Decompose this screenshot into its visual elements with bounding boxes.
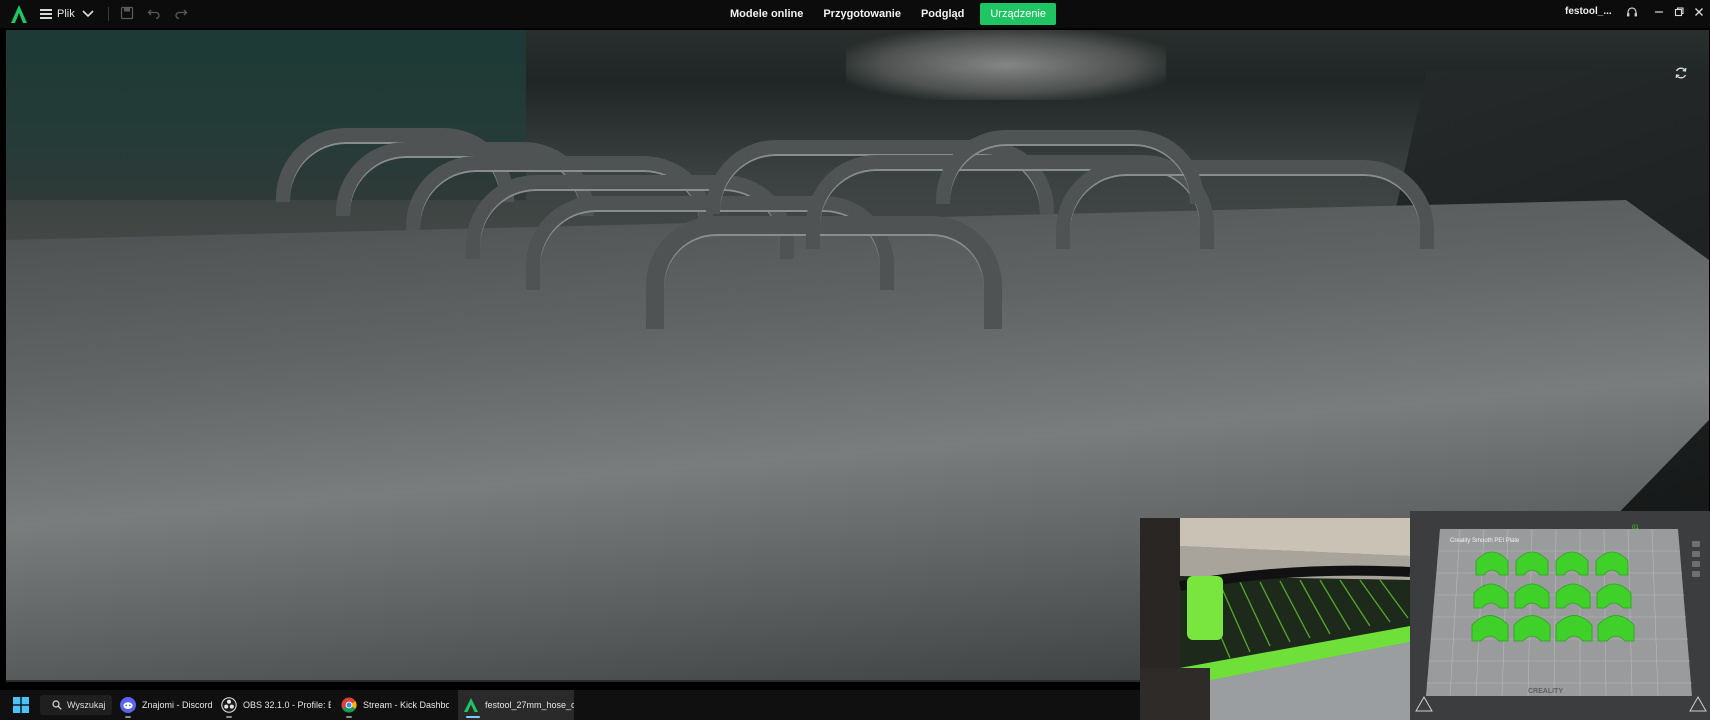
chrome-icon — [341, 697, 357, 713]
taskbar-item-creality-print[interactable]: festool_27mm_hose_cal — [458, 690, 574, 720]
document-title: festool_... — [1565, 6, 1612, 17]
tab-prepare[interactable]: Przygotowanie — [813, 3, 911, 25]
running-indicator — [226, 716, 232, 718]
creality-print-logo[interactable] — [10, 4, 28, 24]
title-bar: Plik Modele online Przygotowanie Podgląd… — [0, 0, 1710, 28]
taskbar-item-discord[interactable]: Znajomi - Discord — [120, 690, 214, 720]
running-indicator — [466, 716, 480, 718]
plate-name-label: Creality Smooth PEI Plate — [1450, 538, 1520, 544]
running-indicator — [125, 716, 131, 718]
plate-number-label: 01 — [1632, 525, 1639, 531]
taskbar-item-label: Stream - Kick Dashboar — [363, 700, 449, 710]
taskbar-item-label: OBS 32.1.0 - Profile: Bez — [243, 700, 331, 710]
creality-print-icon — [464, 698, 478, 712]
webcam-overlay — [1140, 518, 1410, 720]
tab-online-models[interactable]: Modele online — [720, 3, 813, 25]
plate-brand-label: CREALITY — [1528, 688, 1563, 695]
headset-icon[interactable] — [1626, 6, 1638, 18]
chevron-down-icon[interactable] — [82, 7, 94, 19]
discord-icon — [120, 697, 136, 713]
taskbar-item-label: Znajomi - Discord — [142, 700, 213, 710]
search-label: Wyszukaj — [67, 700, 106, 710]
tab-device[interactable]: Urządzenie — [980, 3, 1056, 25]
obs-icon — [221, 697, 237, 713]
taskbar-item-chrome[interactable]: Stream - Kick Dashboar — [341, 690, 449, 720]
printed-part — [936, 130, 1204, 204]
hamburger-icon — [40, 9, 52, 19]
toolbar-divider — [108, 7, 109, 21]
windows-taskbar: Wyszukaj Znajomi - Discord OBS 32.1.0 - … — [0, 690, 1140, 720]
maximize-icon[interactable] — [1673, 6, 1685, 18]
undo-icon[interactable] — [147, 6, 161, 20]
running-indicator — [346, 716, 352, 718]
camera-toolhead-glare — [846, 30, 1166, 100]
refresh-icon[interactable] — [1674, 66, 1688, 80]
taskbar-item-label: festool_27mm_hose_cal — [485, 700, 574, 710]
minimize-icon[interactable] — [1653, 6, 1665, 18]
main-nav: Modele online Przygotowanie Podgląd Urzą… — [720, 2, 1056, 26]
windows-start-icon[interactable] — [13, 697, 29, 713]
webcam-image — [1140, 518, 1410, 720]
plate-preview-render: Creality Smooth PEI Plate 01 CREALITY — [1410, 511, 1710, 720]
save-icon[interactable] — [120, 6, 134, 20]
taskbar-item-obs[interactable]: OBS 32.1.0 - Profile: Bez — [221, 690, 331, 720]
redo-icon[interactable] — [174, 6, 188, 20]
search-icon — [52, 700, 62, 710]
file-menu-label: Plik — [57, 8, 75, 20]
taskbar-search[interactable]: Wyszukaj — [40, 695, 112, 715]
close-icon[interactable] — [1693, 6, 1705, 18]
plate-preview-overlay: Creality Smooth PEI Plate 01 CREALITY — [1410, 511, 1710, 720]
tab-preview[interactable]: Podgląd — [911, 3, 974, 25]
file-menu-button[interactable]: Plik — [40, 4, 75, 24]
